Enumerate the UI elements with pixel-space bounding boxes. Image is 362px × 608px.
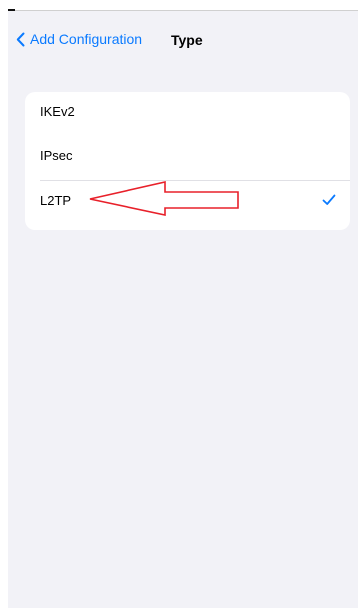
list-item-ikev2[interactable]: IKEv2 <box>25 92 350 132</box>
page-title: Type <box>171 32 203 48</box>
chevron-left-icon <box>16 32 25 46</box>
list-item-label: L2TP <box>40 193 72 208</box>
list-item-label: IPsec <box>40 148 73 163</box>
list-item-ipsec[interactable]: IPsec <box>25 136 350 176</box>
checkmark-icon <box>322 194 336 205</box>
vpn-type-list: IKEv2 IPsec L2TP <box>25 92 350 230</box>
list-item-label: IKEv2 <box>40 104 75 119</box>
back-button-label: Add Configuration <box>30 31 143 47</box>
vpn-type-screen: Add Configuration Type IKEv2 IPsec L2TP <box>8 11 358 608</box>
back-button[interactable]: Add Configuration <box>16 28 142 50</box>
navigation-bar: Add Configuration Type <box>8 26 358 52</box>
list-item-l2tp[interactable]: L2TP <box>25 181 350 221</box>
